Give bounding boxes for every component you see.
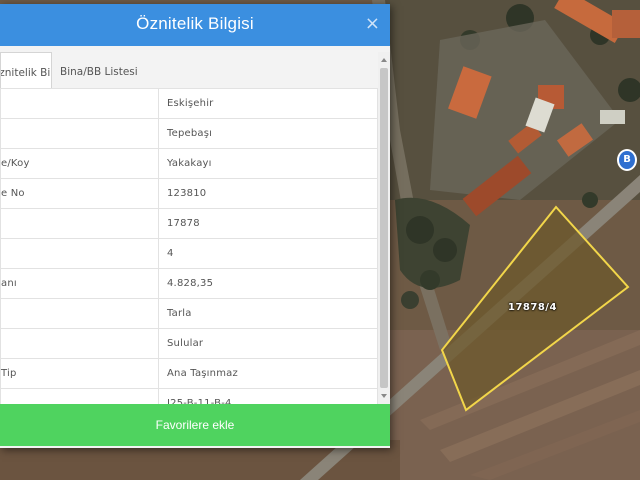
row-value: 4.828,35 (158, 268, 378, 299)
parcel-label[interactable]: 17878/4 (508, 302, 557, 313)
row-value: 4 (158, 238, 378, 269)
row-key: e No (0, 178, 159, 209)
table-row: I25-B-11-B-4 (0, 388, 378, 404)
dialog-tabs: Öznitelik Bilgisi Bina/BB Listesi (0, 52, 390, 88)
row-key (0, 118, 159, 149)
row-key: anı (0, 268, 159, 299)
attribute-table: Eskişehir Tepebaşı e/Koy Yakakayı e No 123… (0, 88, 378, 404)
table-row: e No 123810 (0, 178, 378, 209)
close-icon[interactable]: × (365, 13, 380, 34)
row-key (0, 328, 159, 359)
row-value: Eskişehir (158, 88, 378, 119)
dialog-title: Öznitelik Bilgisi (136, 14, 254, 33)
table-row: 4 (0, 238, 378, 269)
tab-attribute-info[interactable]: Öznitelik Bilgisi (0, 52, 52, 88)
location-marker-icon[interactable]: B (617, 149, 637, 171)
table-row: anı 4.828,35 (0, 268, 378, 299)
table-row: e/Koy Yakakayı (0, 148, 378, 179)
row-key (0, 208, 159, 239)
row-value: Tepebaşı (158, 118, 378, 149)
table-row: 17878 (0, 208, 378, 239)
scroll-up-arrow-icon[interactable] (381, 58, 387, 62)
row-key: e/Koy (0, 148, 159, 179)
add-to-favorites-button[interactable]: Favorilere ekle (0, 404, 390, 446)
attribute-info-dialog: Öznitelik Bilgisi × Öznitelik Bilgisi Bi… (0, 4, 390, 448)
row-key (0, 88, 159, 119)
table-row: Tepebaşı (0, 118, 378, 149)
row-value: 17878 (158, 208, 378, 239)
table-scrollbar[interactable] (378, 52, 390, 404)
row-value: Yakakayı (158, 148, 378, 179)
row-value: I25-B-11-B-4 (158, 388, 378, 404)
row-key (0, 298, 159, 329)
row-key: Tip (0, 358, 159, 389)
row-value: 123810 (158, 178, 378, 209)
dialog-header: Öznitelik Bilgisi × (0, 4, 390, 46)
row-value: Ana Taşınmaz (158, 358, 378, 389)
scroll-down-arrow-icon[interactable] (381, 394, 387, 398)
table-row: Eskişehir (0, 88, 378, 119)
table-row: Tip Ana Taşınmaz (0, 358, 378, 389)
scroll-thumb[interactable] (380, 68, 388, 388)
tab-building-list[interactable]: Bina/BB Listesi (50, 52, 148, 88)
row-value: Sulular (158, 328, 378, 359)
table-row: Tarla (0, 298, 378, 329)
row-value: Tarla (158, 298, 378, 329)
row-key (0, 238, 159, 269)
table-row: Sulular (0, 328, 378, 359)
row-key (0, 388, 159, 404)
